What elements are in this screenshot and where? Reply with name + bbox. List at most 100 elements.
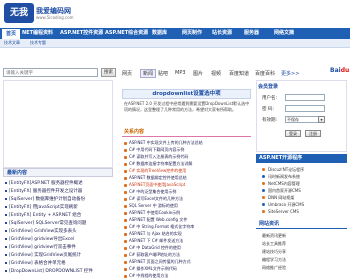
list-item[interactable]: [SqlServer] SQLServer常见查询问题 <box>5 220 111 226</box>
related-item[interactable]: ASP.NET 配置 Web.config 文件 <box>124 217 250 223</box>
chevron-down-icon[interactable]: ▾ <box>318 116 325 123</box>
related-item[interactable]: C# 获取客户端IP地址的方法 <box>124 252 250 258</box>
bullet-icon <box>5 197 7 200</box>
nav-item-digest[interactable]: 网络文摘 <box>274 28 294 39</box>
search-input[interactable] <box>3 68 98 77</box>
list-item[interactable]: [DropDownList] DROPDOWNLIST 控件 <box>5 268 111 274</box>
subnav-topics[interactable]: 技术专题 <box>30 40 346 46</box>
search-button[interactable]: 搜索 <box>101 68 116 77</box>
tab-images[interactable]: 图片 <box>193 70 203 77</box>
related-item[interactable]: ASP.NET 页面之间传值的几种方式 <box>124 259 250 265</box>
news-item[interactable]: 编程学习方法 <box>262 257 286 263</box>
baidu-logo[interactable]: Baidu <box>330 67 349 74</box>
related-item[interactable]: C# 中的泛型集合使用示例 <box>124 189 250 195</box>
related-item[interactable]: SQL Server 中 游标的使用 <box>124 203 250 209</box>
list-item[interactable]: [GridView] GridView实现多表头 <box>5 228 111 234</box>
related-item[interactable]: ASP.NET 与 Ajax 结合的实现 <box>124 231 250 237</box>
news-item[interactable]: 建站技巧分享 <box>262 249 286 255</box>
nav-item-webmaster[interactable]: 站长资源 <box>212 28 232 39</box>
related-item[interactable]: ASP.NET 下 C# 邮件发送方法 <box>124 238 250 244</box>
tab-video[interactable]: 视频 <box>211 70 221 77</box>
list-item[interactable]: [GridView] 实现GridView页尾统计 <box>5 252 111 258</box>
list-item[interactable]: [EntityFX] Entity + ASP.NET 组合 <box>5 212 111 218</box>
related-item-label: C# 中的泛型集合使用示例 <box>129 189 177 194</box>
related-item-label: ASP.NET 配置 Web.config 文件 <box>129 217 188 222</box>
login-title: 会员登录 <box>258 84 279 90</box>
opensource-item[interactable]: Umbraco 开源CMS <box>268 202 304 208</box>
tab-zhidao[interactable]: 百度知道 <box>229 70 249 77</box>
list-item[interactable]: [EntityFX]ASP.NET 服务器控件概述 <box>5 180 111 186</box>
register-button[interactable]: 注册 <box>305 130 321 137</box>
news-item[interactable]: 最新资讯更新 <box>262 233 286 239</box>
tab-mp3[interactable]: MP3 <box>175 70 186 76</box>
related-item-label: C# 操作XML文件示例代码 <box>129 266 177 271</box>
bullet-icon <box>5 189 7 192</box>
bullet-icon <box>5 261 7 264</box>
subnav-articles[interactable]: 技术文章 <box>4 40 20 46</box>
opensource-item[interactable]: NetCMS内容管理 <box>268 181 300 187</box>
list-item[interactable]: [GridView] gridview行双击事件 <box>5 244 111 250</box>
nav-item-home[interactable]: 首页 <box>2 28 21 39</box>
related-item[interactable]: ASP.NET 中使用Cookie示例 <box>124 210 250 216</box>
list-item[interactable]: [EntityFX] 服务器控件开发之设计器 <box>5 188 111 194</box>
related-item[interactable]: ASP.NET 数据绑定控件使用总结 <box>124 175 250 181</box>
list-item-label: [GridView] gridview导出Excel <box>9 237 75 242</box>
sub-nav: 技术文章 技术专题 <box>0 39 350 48</box>
related-item[interactable]: C# 操作XML文件示例代码 <box>124 266 250 272</box>
related-item-label: C# 获取客户端IP地址的方法 <box>129 252 181 257</box>
related-item[interactable]: C# 数据库连接字符串配置方法详解 <box>124 161 250 167</box>
related-item[interactable]: ASP.NET 中实现文件上传的几种方法总结 <box>124 140 250 146</box>
login-button[interactable]: 登录 <box>285 130 301 137</box>
password-field[interactable] <box>285 105 325 112</box>
username-label: 用户名: <box>262 96 278 101</box>
baidu-logo-text-red: du <box>340 67 350 74</box>
tab-tieba[interactable]: 贴吧 <box>158 70 168 77</box>
validity-label: 有效期: <box>262 118 278 123</box>
nav-item-aspnet[interactable]: ASP.NET综合资源 <box>105 28 148 39</box>
article-icon <box>124 260 127 264</box>
opensource-item[interactable]: SiteServer CMS <box>268 209 299 214</box>
related-item[interactable]: C# 中用代码下载网页内容示例 <box>124 147 250 153</box>
related-item-label: ASP.NET页面中使用JavaScript <box>129 182 186 187</box>
related-item[interactable]: C# 中 DataGrid 控件的使用 <box>124 245 250 251</box>
related-item[interactable]: C# 中 String.Format 格式化字符串 <box>124 224 250 230</box>
validity-select[interactable]: 不保存 <box>285 116 319 123</box>
list-item[interactable]: [EntityFX] 用JavaScript实现刷新 <box>5 204 111 210</box>
nav-item-database[interactable]: 数据库 <box>152 28 167 39</box>
opensource-item[interactable]: 国内首家开源CMS <box>268 188 301 194</box>
list-item[interactable]: [GridView] 表格合并单元格 <box>5 260 111 266</box>
article-icon <box>124 246 127 250</box>
news-item[interactable]: 站长工具推荐 <box>262 241 286 247</box>
related-item-label: ASP.NET 下 C# 邮件发送方法 <box>129 238 184 243</box>
tab-web[interactable]: 网页 <box>122 70 132 77</box>
related-item[interactable]: C# 中线程的使用方法 <box>124 273 250 279</box>
list-item-label: [EntityFX] Entity + ASP.NET 组合 <box>9 213 82 218</box>
article-description: 在ASP.NET 2.0 开发过程中经常遇到需要设置DropDownList默认… <box>124 101 250 112</box>
opensource-item[interactable]: DNN 网站框架 <box>268 195 294 201</box>
article-icon <box>124 197 127 201</box>
related-item-label: C# 数据库连接字符串配置方法详解 <box>129 161 193 166</box>
related-item[interactable]: ASP.NET页面中使用JavaScript <box>124 182 250 188</box>
tab-more[interactable]: 更多>> <box>281 70 299 77</box>
tab-news[interactable]: 新闻 <box>140 69 157 78</box>
nav-item-webdesign[interactable]: 网页制作 <box>182 28 202 39</box>
related-item[interactable]: C# 实现的TreeView控件的使用 <box>124 168 250 174</box>
opensource-title: ASP.NET开源程序 <box>256 154 347 163</box>
news-title: 网站资讯 <box>256 220 347 229</box>
opensource-item[interactable]: Discuz!NT论坛程序 <box>268 167 304 173</box>
opensource-item[interactable]: 讯时新闻发布系统 <box>268 174 300 180</box>
related-item[interactable]: C# 读取并写入注册表的示例代码 <box>124 154 250 160</box>
list-item-label: [GridView] 实现GridView页尾统计 <box>9 253 82 258</box>
nav-item-server[interactable]: 服务器 <box>244 28 259 39</box>
nav-item-net[interactable]: NET编程资料 <box>22 28 53 39</box>
site-logo[interactable]: 无我 <box>4 3 34 23</box>
list-item[interactable]: [GridView] gridview导出Excel <box>5 236 111 242</box>
list-item[interactable]: [SqlServer] 数据库维护计划自动备份 <box>5 196 111 202</box>
tab-baike[interactable]: 百度百科 <box>255 70 275 77</box>
news-item[interactable]: 网络推广经验 <box>262 265 286 271</box>
nav-item-controls[interactable]: ASP.NET控件资源 <box>60 28 103 39</box>
username-field[interactable] <box>285 94 325 101</box>
list-item-label: [GridView] GridView实现多表头 <box>9 229 77 234</box>
related-item[interactable]: C# 读写Excel文件的几种方法 <box>124 196 250 202</box>
bullet-icon <box>5 181 7 184</box>
